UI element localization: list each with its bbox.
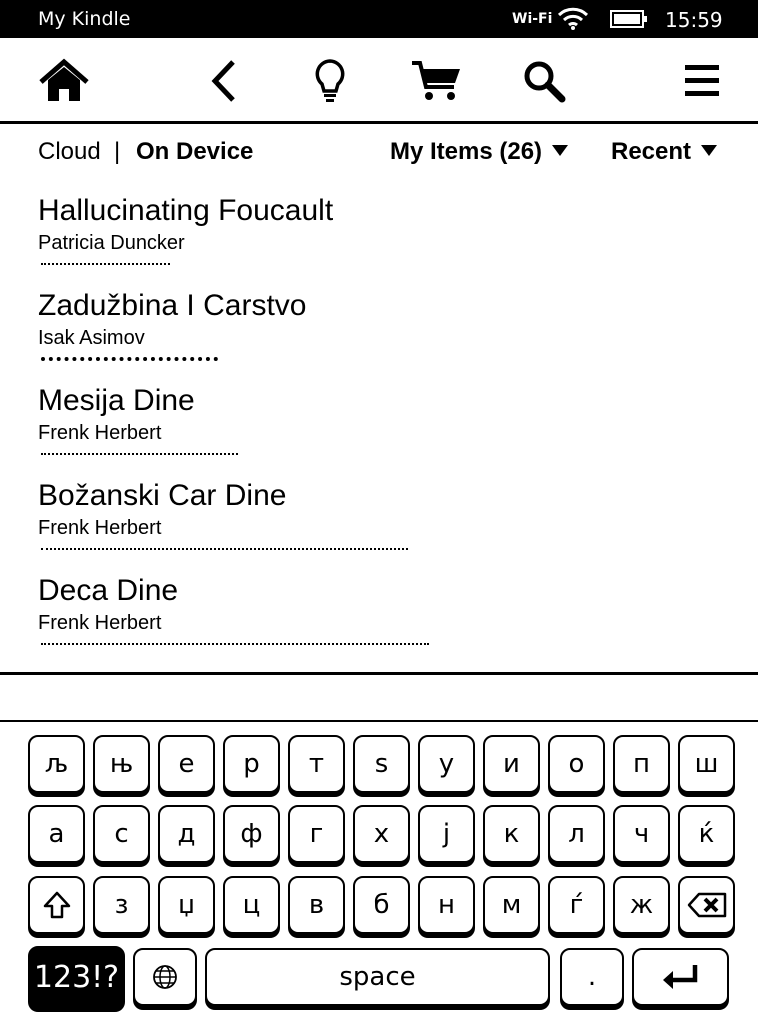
backspace-key[interactable] xyxy=(678,876,735,934)
menu-icon xyxy=(685,65,719,96)
my-items-filter[interactable]: My Items (26) xyxy=(390,138,569,166)
wifi-label: Wi-Fi xyxy=(512,11,553,27)
back-button[interactable] xyxy=(196,54,252,108)
book-title: Hallucinating Foucault xyxy=(38,194,334,227)
key[interactable]: ч xyxy=(613,805,670,863)
key[interactable]: б xyxy=(353,876,410,934)
shift-icon xyxy=(43,891,70,919)
lightbulb-icon xyxy=(315,59,345,102)
book-author: Frenk Herbert xyxy=(38,517,162,539)
reading-progress xyxy=(41,357,218,361)
sort-label: Recent xyxy=(611,138,692,165)
key[interactable]: у xyxy=(418,735,475,793)
menu-button[interactable] xyxy=(674,54,730,108)
book-title: Mesija Dine xyxy=(38,384,195,417)
book-author: Patricia Duncker xyxy=(38,232,185,254)
enter-key[interactable] xyxy=(632,948,729,1006)
language-key[interactable] xyxy=(133,948,197,1006)
key[interactable]: п xyxy=(613,735,670,793)
key[interactable]: а xyxy=(28,805,85,863)
reading-progress xyxy=(41,642,429,645)
reading-progress xyxy=(41,262,170,265)
space-key[interactable]: space xyxy=(205,948,550,1006)
key[interactable]: џ xyxy=(158,876,215,934)
key[interactable]: т xyxy=(288,735,345,793)
book-author: Frenk Herbert xyxy=(38,422,162,444)
tab-separator: | xyxy=(114,138,121,165)
clock: 15:59 xyxy=(665,8,723,32)
toolbar xyxy=(0,38,758,124)
key[interactable]: ф xyxy=(223,805,280,863)
globe-icon xyxy=(153,965,177,989)
key[interactable]: с xyxy=(93,805,150,863)
key[interactable]: ќ xyxy=(678,805,735,863)
key[interactable]: р xyxy=(223,735,280,793)
key[interactable]: г xyxy=(288,805,345,863)
reading-progress xyxy=(41,452,238,455)
symbols-key[interactable]: 123!? xyxy=(28,946,125,1008)
key[interactable]: ј xyxy=(418,805,475,863)
key[interactable]: ж xyxy=(613,876,670,934)
book-item[interactable]: Mesija Dine Frenk Herbert xyxy=(38,380,718,472)
key[interactable]: м xyxy=(483,876,540,934)
book-item[interactable]: Deca Dine Frenk Herbert xyxy=(38,570,718,662)
book-author: Isak Asimov xyxy=(38,327,145,349)
book-author: Frenk Herbert xyxy=(38,612,162,634)
reading-progress xyxy=(41,547,408,550)
cart-icon xyxy=(412,61,460,100)
key[interactable]: и xyxy=(483,735,540,793)
key[interactable]: к xyxy=(483,805,540,863)
caret-down-icon xyxy=(701,145,718,156)
key[interactable]: њ xyxy=(93,735,150,793)
book-item[interactable]: Zadužbina I Carstvo Isak Asimov xyxy=(38,285,718,377)
back-icon xyxy=(211,60,235,102)
key[interactable]: л xyxy=(548,805,605,863)
filter-bar: Cloud | On Device My Items (26) Recent xyxy=(0,124,758,182)
key[interactable]: ш xyxy=(678,735,735,793)
my-items-label: My Items (26) xyxy=(390,138,543,165)
status-bar: My Kindle Wi-Fi 15:59 xyxy=(0,0,758,38)
app-title: My Kindle xyxy=(38,8,131,30)
key[interactable]: в xyxy=(288,876,345,934)
period-key[interactable]: . xyxy=(560,948,624,1006)
light-button[interactable] xyxy=(302,54,358,108)
shift-key[interactable] xyxy=(28,876,85,934)
home-button[interactable] xyxy=(36,54,92,108)
book-title: Zadužbina I Carstvo xyxy=(38,289,307,322)
sort-dropdown[interactable]: Recent xyxy=(611,138,718,166)
search-icon xyxy=(524,61,566,103)
book-title: Deca Dine xyxy=(38,574,179,607)
home-icon xyxy=(39,58,89,101)
key[interactable]: ѕ xyxy=(353,735,410,793)
key[interactable]: н xyxy=(418,876,475,934)
key[interactable]: о xyxy=(548,735,605,793)
backspace-icon xyxy=(687,892,726,918)
on-screen-keyboard: љ њ е р т ѕ у и о п ш а с д ф г х ј к л … xyxy=(0,722,758,1024)
book-item[interactable]: Hallucinating Foucault Patricia Duncker xyxy=(38,190,718,282)
key[interactable]: д xyxy=(158,805,215,863)
key[interactable]: х xyxy=(353,805,410,863)
caret-down-icon xyxy=(552,145,569,156)
on-device-tab[interactable]: On Device xyxy=(136,138,253,166)
key[interactable]: з xyxy=(93,876,150,934)
book-item[interactable]: Božanski Car Dine Frenk Herbert xyxy=(38,475,718,567)
cloud-tab[interactable]: Cloud xyxy=(38,138,101,166)
wifi-icon xyxy=(557,7,589,30)
key[interactable]: ѓ xyxy=(548,876,605,934)
enter-icon xyxy=(662,965,697,989)
battery-icon xyxy=(610,10,647,28)
key[interactable]: е xyxy=(158,735,215,793)
key[interactable]: ц xyxy=(223,876,280,934)
book-title: Božanski Car Dine xyxy=(38,479,287,512)
key[interactable]: љ xyxy=(28,735,85,793)
list-divider xyxy=(0,672,758,675)
search-button[interactable] xyxy=(516,54,572,108)
store-button[interactable] xyxy=(408,54,464,108)
